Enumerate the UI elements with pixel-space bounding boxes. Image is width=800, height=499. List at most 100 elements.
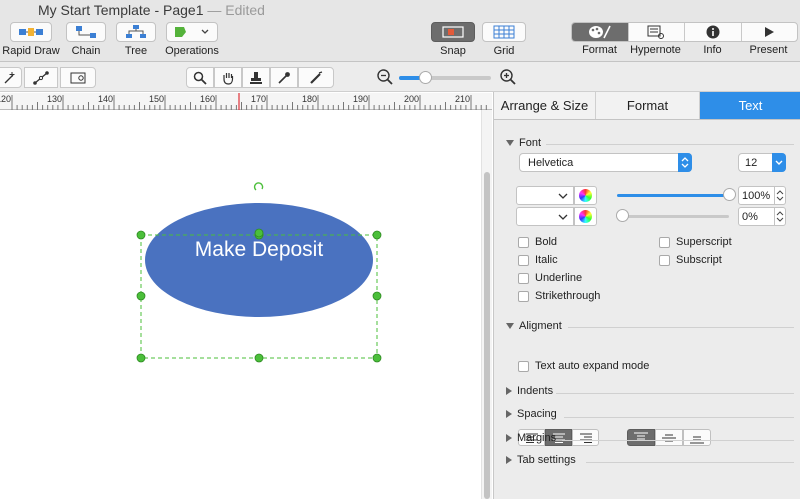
- superscript-checkbox[interactable]: Superscript: [659, 236, 732, 248]
- underline-checkbox[interactable]: Underline: [518, 272, 582, 284]
- pan-tool-button[interactable]: [214, 67, 242, 88]
- stepper-icon: [776, 190, 784, 201]
- stamp-icon: [250, 71, 262, 84]
- text-opacity-knob[interactable]: [723, 188, 736, 201]
- font-size-select[interactable]: 12: [738, 153, 786, 172]
- zoom-slider-knob[interactable]: [418, 71, 432, 84]
- divider: [556, 393, 794, 394]
- text-color-picker[interactable]: [516, 186, 574, 205]
- alignment-section-header[interactable]: Aligment: [506, 320, 562, 332]
- zoom-in-icon[interactable]: [499, 68, 517, 89]
- background-color-wheel-button[interactable]: [574, 207, 597, 226]
- resize-handle[interactable]: [372, 291, 382, 301]
- present-toggle[interactable]: [742, 23, 798, 41]
- zoom-tool-button[interactable]: [186, 67, 214, 88]
- text-opacity-stepper[interactable]: [775, 186, 786, 205]
- rapid-draw-button[interactable]: Rapid Draw: [2, 22, 60, 57]
- grid-button[interactable]: Grid: [482, 22, 526, 57]
- chevron-down-icon: [772, 153, 786, 172]
- background-opacity-field[interactable]: 0%: [738, 207, 775, 226]
- auto-expand-checkbox[interactable]: Text auto expand mode: [518, 360, 649, 372]
- indents-section-header[interactable]: Indents: [506, 385, 553, 397]
- tab-text[interactable]: Text: [700, 92, 800, 119]
- connector-icon: [33, 70, 49, 85]
- info-toggle[interactable]: [685, 23, 742, 41]
- eyedropper-tool-button[interactable]: [270, 67, 298, 88]
- updown-chevron-icon: [678, 153, 692, 172]
- operations-icon: [166, 22, 218, 42]
- document-title: My Start Template - Page1: [38, 2, 204, 18]
- vertical-scrollbar[interactable]: [481, 110, 492, 499]
- stepper-icon: [776, 211, 784, 222]
- bold-checkbox[interactable]: Bold: [518, 236, 557, 248]
- resize-handle[interactable]: [254, 228, 264, 238]
- rotate-handle-icon[interactable]: [253, 182, 264, 191]
- background-opacity-knob[interactable]: [616, 209, 629, 222]
- drawing-canvas[interactable]: Make Deposit: [0, 110, 481, 499]
- ruler-tick-label: 190: [353, 94, 369, 104]
- snap-button[interactable]: Snap: [431, 22, 475, 57]
- text-color-wheel-button[interactable]: [574, 186, 597, 205]
- zoom-out-icon[interactable]: [376, 68, 394, 89]
- margins-section-header[interactable]: Margins: [506, 432, 556, 444]
- tab-settings-section-header[interactable]: Tab settings: [506, 454, 576, 466]
- italic-checkbox[interactable]: Italic: [518, 254, 558, 266]
- brush-icon: [310, 70, 323, 84]
- divider: [568, 327, 794, 328]
- format-toggle[interactable]: [572, 23, 629, 41]
- align-middle-button[interactable]: [655, 429, 683, 446]
- ruler-tick-label: 200: [404, 94, 420, 104]
- tab-format[interactable]: Format: [596, 92, 700, 119]
- resize-handle[interactable]: [136, 353, 146, 363]
- background-opacity-stepper[interactable]: [775, 207, 786, 226]
- text-opacity-field[interactable]: 100%: [738, 186, 775, 205]
- background-color-picker[interactable]: [516, 207, 574, 226]
- resize-handle[interactable]: [372, 230, 382, 240]
- text-opacity-slider[interactable]: [617, 194, 729, 197]
- background-opacity-slider[interactable]: [617, 215, 729, 218]
- resize-handle[interactable]: [136, 230, 146, 240]
- divider: [564, 417, 794, 418]
- tree-button[interactable]: Tree: [114, 22, 158, 57]
- scrollbar-thumb[interactable]: [484, 172, 490, 499]
- add-point-button[interactable]: [0, 67, 22, 88]
- divider: [546, 144, 794, 145]
- align-right-icon: [579, 433, 592, 443]
- align-bottom-icon: [690, 436, 704, 443]
- divider: [562, 440, 794, 441]
- format-brush-button[interactable]: [298, 67, 334, 88]
- align-right-button[interactable]: [572, 429, 599, 446]
- font-section-header[interactable]: Font: [506, 137, 541, 149]
- resize-handle[interactable]: [136, 291, 146, 301]
- shape-text[interactable]: Make Deposit: [145, 238, 373, 262]
- strikethrough-checkbox[interactable]: Strikethrough: [518, 290, 600, 302]
- present-icon: [765, 27, 775, 37]
- add-point-icon: [4, 71, 15, 83]
- resize-handle[interactable]: [254, 353, 264, 363]
- tab-arrange-size[interactable]: Arrange & Size: [494, 92, 596, 119]
- chevron-down-icon: [558, 193, 568, 199]
- operations-button[interactable]: Operations: [163, 22, 221, 57]
- image-frame-button[interactable]: [60, 67, 96, 88]
- palette-icon: [588, 25, 611, 39]
- rapid-draw-icon: [10, 22, 52, 42]
- spacing-section-header[interactable]: Spacing: [506, 408, 557, 420]
- chain-button[interactable]: Chain: [64, 22, 108, 57]
- disclosure-closed-icon: [506, 434, 512, 442]
- zoom-slider[interactable]: [399, 71, 491, 84]
- disclosure-open-icon: [506, 323, 514, 329]
- color-wheel-icon: [579, 210, 592, 223]
- disclosure-open-icon: [506, 140, 514, 146]
- align-top-button[interactable]: [627, 429, 655, 446]
- tree-icon: [116, 22, 156, 42]
- connector-edit-button[interactable]: [24, 67, 58, 88]
- align-bottom-button[interactable]: [683, 429, 711, 446]
- font-family-select[interactable]: Helvetica: [519, 153, 692, 172]
- format-label: Format: [582, 44, 617, 56]
- inspector-panel: Arrange & Size Format Text Font Helvetic…: [493, 92, 800, 499]
- subscript-checkbox[interactable]: Subscript: [659, 254, 722, 266]
- hypernote-toggle[interactable]: [629, 23, 685, 41]
- resize-handle[interactable]: [372, 353, 382, 363]
- ruler-tick-label: 130: [47, 94, 63, 104]
- stamp-tool-button[interactable]: [242, 67, 270, 88]
